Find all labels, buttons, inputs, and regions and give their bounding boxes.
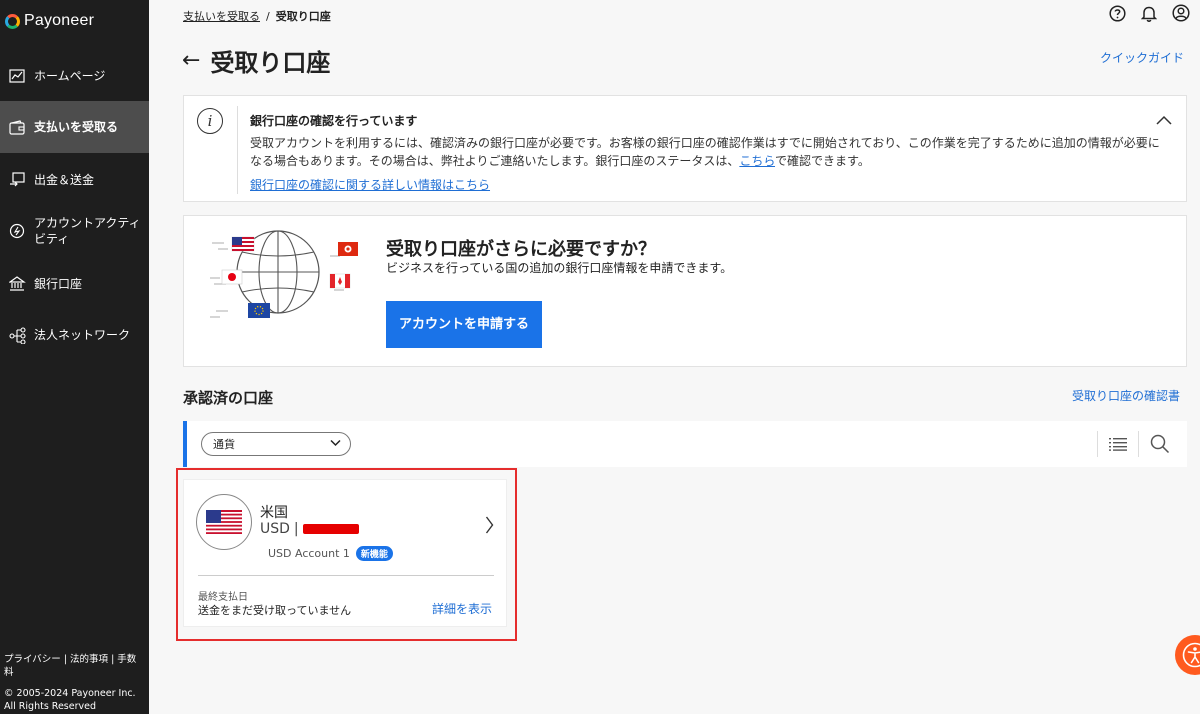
last-payment-label: 最終支払日 [198,592,248,603]
network-icon [8,326,26,344]
list-view-icon[interactable] [1107,434,1129,454]
certificate-link[interactable]: 受取り口座の確認書 [1072,387,1180,404]
activity-icon [8,222,26,240]
sidebar-item-label: ホームページ [34,69,106,83]
sidebar-item-bank[interactable]: 銀行口座 [0,270,149,298]
transfer-icon [8,171,26,189]
sidebar-item-label: 出金＆送金 [34,173,95,187]
verification-info-link[interactable]: 銀行口座の確認に関する詳しい情報はこちら [250,176,490,193]
footer-links[interactable]: プライバシー | 法的事項 | 手数料 [4,653,139,679]
copyright: © 2005-2024 Payoneer Inc. All Rights Res… [4,688,136,712]
last-payment-value: 送金をまだ受け取っていません [198,604,352,617]
promo-title: 受取り口座がさらに必要ですか？ [386,239,656,260]
notice-body-text: 受取アカウントを利用するには、確認済みの銀行口座が必要です。お客様の銀行口座の確… [250,136,1160,168]
divider [1138,431,1139,457]
divider [1097,431,1098,457]
sidebar-item-label: 支払いを受取る [34,120,119,134]
sidebar-item-network[interactable]: 法人ネットワーク [0,316,149,354]
account-name-row: USD Account 1 新機能 [268,546,393,561]
page-title: 受取り口座 [210,49,331,77]
account-country: 米国 [260,505,288,521]
help-icon[interactable] [1108,4,1126,22]
back-arrow-icon[interactable]: ← [182,49,200,72]
logo-icon [5,13,20,29]
chart-icon [8,67,26,85]
verification-notice: i 銀行口座の確認を行っています 受取アカウントを利用するには、確認済みの銀行口… [183,95,1187,202]
accessibility-button[interactable] [1175,635,1200,675]
chevron-right-icon[interactable] [485,516,494,539]
approved-accounts-title: 承認済の口座 [183,389,274,407]
info-icon: i [197,108,223,134]
account-name: USD Account 1 [268,547,350,560]
sidebar-item-label: アカウントアクティビティ [34,216,141,246]
divider [198,575,494,576]
redacted-account-number [302,524,359,534]
sidebar-item-home[interactable]: ホームページ [0,62,149,90]
breadcrumb-current: 受取り口座 [275,10,331,23]
currency-filter-select[interactable]: 通貨 [201,432,351,456]
currency-filter-label: 通貨 [213,438,235,451]
user-profile-icon[interactable] [1172,4,1190,22]
search-icon[interactable] [1149,434,1171,454]
sidebar-item-label: 銀行口座 [34,277,83,291]
apply-account-button[interactable]: アカウントを申請する [386,301,542,348]
promo-subtitle: ビジネスを行っている国の追加の銀行口座情報を申請できます。 [386,261,733,275]
sidebar-item-withdraw[interactable]: 出金＆送金 [0,166,149,194]
new-feature-badge: 新機能 [355,546,393,561]
breadcrumb-separator: / [266,9,270,23]
view-details-link[interactable]: 詳細を表示 [432,600,492,617]
sidebar: Payoneer ホームページ 支払いを受取る 出金＆送金 アカウントアクティビ… [0,0,149,714]
page-title-row: ← 受取り口座 [182,43,330,78]
notice-title: 銀行口座の確認を行っています [250,114,418,128]
breadcrumb: 支払いを受取る / 受取り口座 [183,8,331,24]
account-card[interactable]: 米国 USD | USD Account 1 新機能 最終支払日 送金をまだ受け取… [183,479,507,627]
sidebar-item-activity[interactable]: アカウントアクティビティ [0,212,149,250]
payoneer-logo[interactable]: Payoneer [5,12,94,30]
notice-body: 受取アカウントを利用するには、確認済みの銀行口座が必要です。お客様の銀行口座の確… [250,134,1160,170]
quick-guide-link[interactable]: クイックガイド [1100,49,1184,66]
us-flag-icon [196,494,252,550]
status-link[interactable]: こちら [739,154,775,168]
top-icons [1108,4,1190,22]
bank-icon [8,275,26,293]
sidebar-item-receive[interactable]: 支払いを受取る [0,101,149,153]
divider [237,106,238,194]
collapse-chevron-icon[interactable] [1156,110,1172,129]
notice-body-text-end: で確認できます。 [775,154,870,168]
add-account-promo: 受取り口座がさらに必要ですか？ ビジネスを行っている国の追加の銀行口座情報を申請… [183,215,1187,367]
wallet-icon [8,118,26,136]
bell-icon[interactable] [1140,4,1158,22]
account-currency: USD [260,521,290,537]
breadcrumb-parent-link[interactable]: 支払いを受取る [183,8,260,24]
accessibility-icon [1182,642,1200,668]
chevron-down-icon [330,437,341,450]
globe-flags-illustration [210,230,358,318]
accounts-toolbar: 通貨 [183,421,1187,467]
sidebar-item-label: 法人ネットワーク [34,328,131,342]
account-currency-row: USD | [260,521,359,537]
logo-text: Payoneer [24,12,95,29]
